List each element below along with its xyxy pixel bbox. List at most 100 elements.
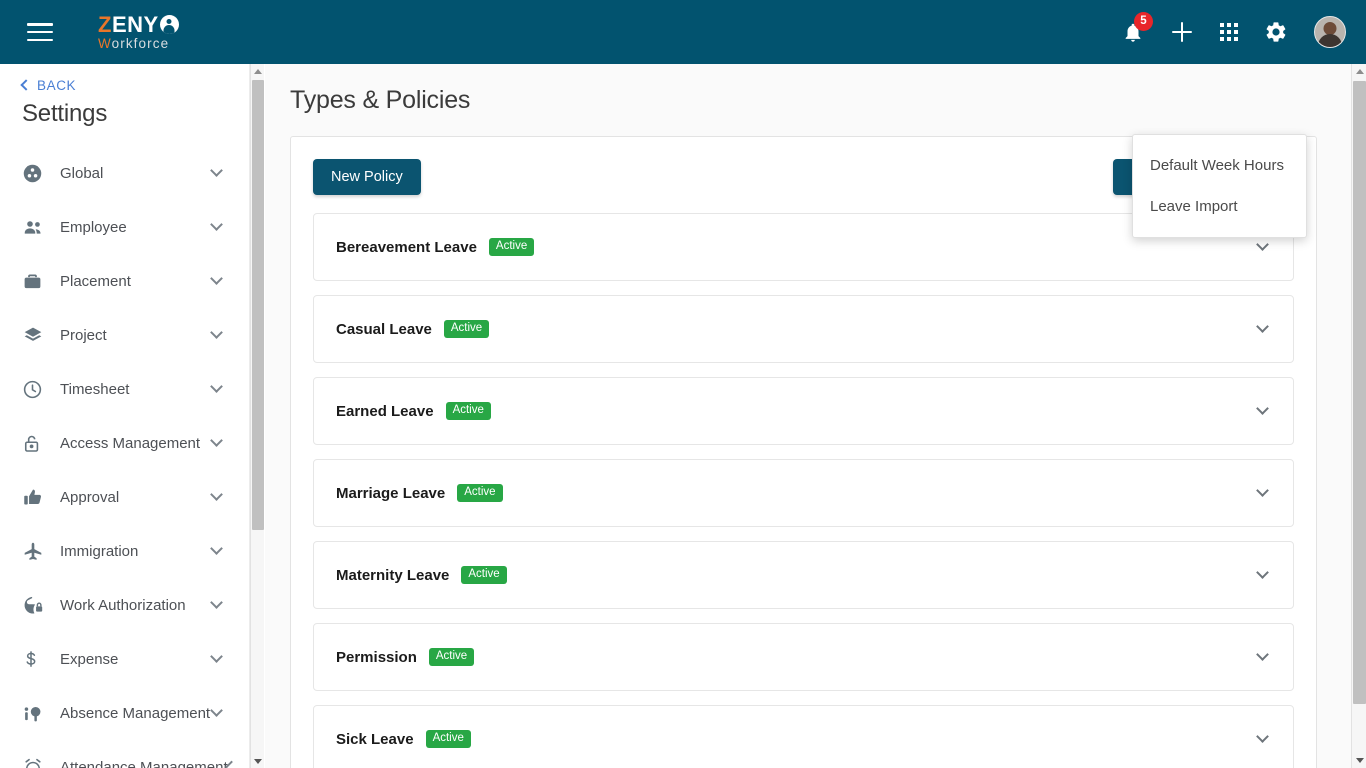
- leave-type-name: Maternity Leave: [336, 566, 450, 584]
- chevron-down-icon: [210, 380, 223, 393]
- sidebar-item-expense[interactable]: Expense: [0, 632, 249, 686]
- apps-button[interactable]: [1220, 23, 1238, 41]
- logo-primary-text: Z ENY: [98, 11, 179, 37]
- back-link[interactable]: BACK: [20, 78, 249, 93]
- sidebar-scroll-down-button[interactable]: [251, 754, 265, 768]
- dollar-icon: [22, 648, 50, 670]
- leave-type-card[interactable]: Maternity Leave Active: [313, 541, 1294, 609]
- sidebar-item-absence-management[interactable]: Absence Management: [0, 686, 249, 740]
- sidebar-label: Employee: [60, 218, 127, 236]
- sidebar-item-access-management[interactable]: Access Management: [0, 416, 249, 470]
- main-scrollbar[interactable]: [1351, 64, 1366, 768]
- sidebar-scroll-up-button[interactable]: [251, 64, 265, 78]
- chevron-down-icon: [210, 542, 223, 555]
- sidebar-label: Placement: [60, 272, 131, 290]
- sidebar-title: Settings: [22, 100, 108, 127]
- person-tree-icon: [22, 703, 50, 724]
- gear-icon: [1266, 22, 1286, 42]
- chevron-down-icon: [210, 164, 223, 177]
- sidebar-item-employee[interactable]: Employee: [0, 200, 249, 254]
- user-avatar[interactable]: [1314, 16, 1346, 48]
- new-policy-button[interactable]: New Policy: [313, 159, 421, 195]
- globe-lock-icon: [22, 595, 50, 616]
- chevron-down-icon[interactable]: [1256, 648, 1269, 661]
- dropdown-item-default-week-hours[interactable]: Default Week Hours: [1133, 145, 1306, 186]
- hamburger-menu-icon[interactable]: [27, 23, 53, 41]
- chevron-down-icon[interactable]: [1256, 730, 1269, 743]
- logo-subtitle-accent: W: [98, 35, 112, 51]
- leave-type-card[interactable]: Permission Active: [313, 623, 1294, 691]
- notifications-button[interactable]: 5: [1122, 11, 1153, 44]
- avatar-body: [1318, 34, 1342, 47]
- sidebar-item-global[interactable]: Global: [0, 146, 249, 200]
- leave-type-name: Earned Leave: [336, 402, 434, 420]
- sidebar-item-timesheet[interactable]: Timesheet: [0, 362, 249, 416]
- sidebar-scrollbar[interactable]: [250, 64, 264, 768]
- sidebar-label: Expense: [60, 650, 119, 668]
- grid-apps-icon: [1220, 23, 1238, 41]
- leave-type-name: Casual Leave: [336, 320, 432, 338]
- chevron-down-icon: [210, 434, 223, 447]
- logo-subtitle: Workforce: [98, 37, 179, 51]
- main-scroll-thumb[interactable]: [1353, 81, 1366, 704]
- sidebar-label: Approval: [60, 488, 120, 506]
- chevron-down-icon[interactable]: [1256, 566, 1269, 579]
- arrow-up-icon: [254, 68, 262, 74]
- chevron-down-icon[interactable]: [1256, 320, 1269, 333]
- chevron-down-icon: [210, 596, 223, 609]
- logo-person-circle-icon: [159, 15, 179, 35]
- dropdown-item-leave-import[interactable]: Leave Import: [1133, 186, 1306, 227]
- page-title: Types & Policies: [290, 86, 471, 114]
- leave-type-name: Sick Leave: [336, 730, 414, 748]
- chevron-down-icon[interactable]: [1256, 402, 1269, 415]
- app-logo[interactable]: Z ENY Workforce: [98, 11, 179, 51]
- sidebar-item-project[interactable]: Project: [0, 308, 249, 362]
- sidebar-label: Attendance Management: [60, 758, 228, 768]
- settings-sidebar: BACK Settings Global Employee Placement: [0, 64, 250, 768]
- chevron-down-icon: [210, 272, 223, 285]
- status-badge: Active: [457, 483, 503, 503]
- notification-count-badge: 5: [1134, 11, 1153, 31]
- top-navigation-bar: Z ENY Workforce 5: [0, 0, 1366, 64]
- leave-type-card[interactable]: Marriage Leave Active: [313, 459, 1294, 527]
- global-dots-icon: [22, 163, 50, 184]
- leave-type-name: Permission: [336, 648, 417, 666]
- sidebar-item-work-authorization[interactable]: Work Authorization: [0, 578, 249, 632]
- sidebar-label: Access Management: [60, 434, 201, 452]
- top-bar-actions: 5: [1122, 11, 1346, 48]
- add-button[interactable]: [1170, 20, 1194, 44]
- chevron-down-icon[interactable]: [1256, 238, 1269, 251]
- chevron-down-icon: [210, 218, 223, 231]
- briefcase-icon: [22, 271, 50, 292]
- main-scroll-up-button[interactable]: [1352, 64, 1366, 79]
- chevron-down-icon[interactable]: [1256, 484, 1269, 497]
- chevron-down-icon: [210, 488, 223, 501]
- logo-letter-z: Z: [98, 11, 112, 37]
- chevron-left-icon: [20, 79, 32, 91]
- sidebar-item-immigration[interactable]: Immigration: [0, 524, 249, 578]
- leave-type-name: Bereavement Leave: [336, 238, 477, 256]
- chevron-down-icon: [210, 650, 223, 663]
- thumbs-up-icon: [22, 487, 50, 508]
- sidebar-item-attendance-management[interactable]: Attendance Management: [0, 740, 249, 768]
- logo-letters-eny: ENY: [111, 11, 159, 37]
- sidebar-item-placement[interactable]: Placement: [0, 254, 249, 308]
- sidebar-label: Work Authorization: [60, 596, 186, 614]
- layers-icon: [22, 325, 50, 346]
- arrow-down-icon: [1355, 758, 1364, 763]
- leave-type-card[interactable]: Earned Leave Active: [313, 377, 1294, 445]
- sidebar-label: Immigration: [60, 542, 139, 560]
- leave-type-card[interactable]: Sick Leave Active: [313, 705, 1294, 768]
- sidebar-item-approval[interactable]: Approval: [0, 470, 249, 524]
- sidebar-scroll-thumb[interactable]: [252, 80, 264, 530]
- main-scroll-down-button[interactable]: [1352, 753, 1366, 768]
- alarm-clock-icon: [22, 757, 50, 768]
- arrow-down-icon: [254, 758, 262, 764]
- leave-types-list: Bereavement Leave Active Casual Leave Ac…: [291, 213, 1316, 768]
- sidebar-label: Timesheet: [60, 380, 130, 398]
- leave-type-card[interactable]: Casual Leave Active: [313, 295, 1294, 363]
- sidebar-label: Global: [60, 164, 104, 182]
- people-icon: [22, 217, 50, 238]
- chevron-down-icon: [210, 704, 223, 717]
- settings-button[interactable]: [1264, 20, 1288, 44]
